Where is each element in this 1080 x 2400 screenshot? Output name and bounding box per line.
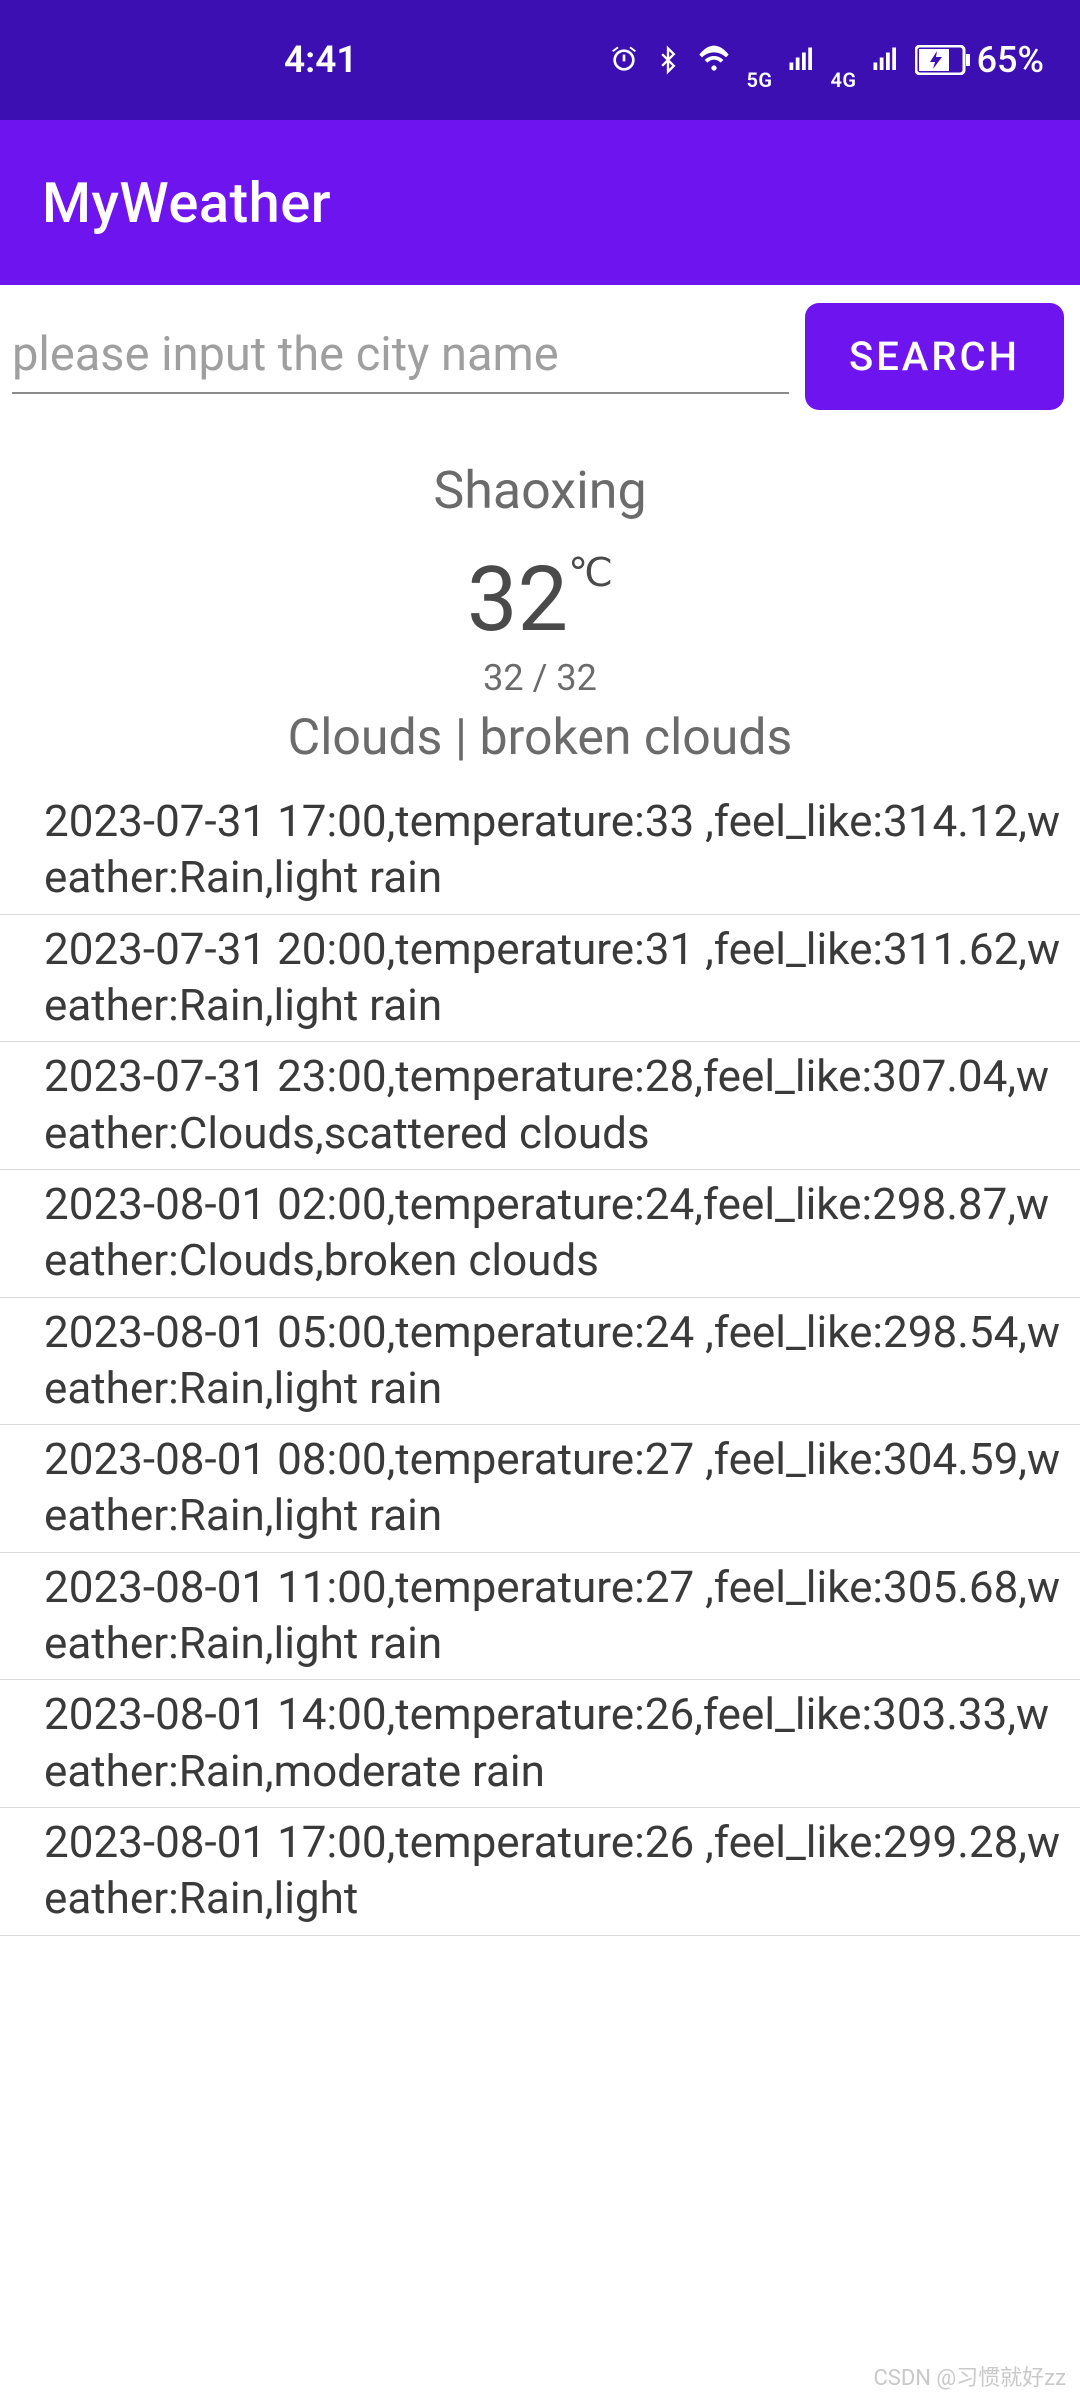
forecast-item: 2023-08-01 17:00,temperature:26 ,feel_li…	[0, 1808, 1080, 1936]
city-name: Shaoxing	[0, 460, 1080, 521]
status-bar: 4:41 5G 4G 65%	[0, 0, 1080, 120]
forecast-item: 2023-07-31 17:00,temperature:33 ,feel_li…	[0, 787, 1080, 915]
forecast-item: 2023-08-01 14:00,temperature:26,feel_lik…	[0, 1680, 1080, 1808]
signal-bars-icon	[871, 44, 901, 76]
forecast-item: 2023-07-31 23:00,temperature:28,feel_lik…	[0, 1042, 1080, 1170]
status-time: 4:41	[284, 39, 358, 82]
temperature-range: 32 / 32	[0, 657, 1080, 699]
status-right: 5G 4G 65%	[608, 28, 1044, 92]
signal-bars-icon	[787, 44, 817, 76]
current-weather: Shaoxing 32 ℃ 32 / 32 Clouds | broken cl…	[0, 410, 1080, 787]
search-row: SEARCH	[0, 285, 1080, 410]
forecast-list[interactable]: 2023-07-31 17:00,temperature:33 ,feel_li…	[0, 787, 1080, 1936]
forecast-item: 2023-08-01 05:00,temperature:24 ,feel_li…	[0, 1298, 1080, 1426]
network-5g-label: 5G	[746, 68, 772, 92]
battery-percent: 65%	[977, 39, 1044, 81]
network-4g-label: 4G	[831, 68, 857, 92]
watermark: CSDN @习惯就好zz	[873, 2360, 1066, 2392]
temperature-value: 32	[467, 555, 568, 645]
forecast-item: 2023-07-31 20:00,temperature:31 ,feel_li…	[0, 915, 1080, 1043]
forecast-item: 2023-08-01 08:00,temperature:27 ,feel_li…	[0, 1425, 1080, 1553]
city-input[interactable]	[12, 319, 789, 394]
weather-condition: Clouds | broken clouds	[0, 709, 1080, 767]
alarm-icon	[608, 44, 640, 76]
search-button[interactable]: SEARCH	[805, 303, 1064, 410]
app-bar: MyWeather	[0, 120, 1080, 285]
temperature-display: 32 ℃	[0, 555, 1080, 645]
forecast-item: 2023-08-01 11:00,temperature:27 ,feel_li…	[0, 1553, 1080, 1681]
temperature-unit: ℃	[568, 553, 613, 593]
battery-status: 65%	[915, 39, 1044, 81]
wifi-icon	[696, 44, 732, 76]
battery-icon	[915, 45, 971, 75]
bluetooth-icon	[654, 44, 682, 76]
app-title: MyWeather	[42, 170, 331, 236]
forecast-item: 2023-08-01 02:00,temperature:24,feel_lik…	[0, 1170, 1080, 1298]
